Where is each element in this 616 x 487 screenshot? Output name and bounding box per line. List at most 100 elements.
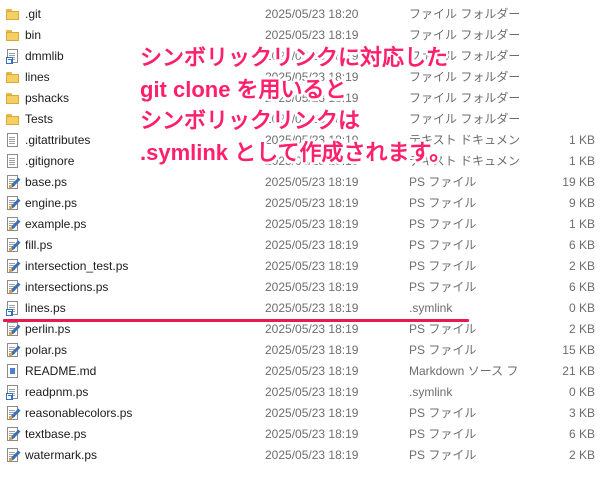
file-row[interactable]: engine.ps 2025/05/23 18:19 PS ファイル 9 KB [0, 193, 616, 214]
ps-file-icon [5, 448, 21, 463]
annotation-line: シンボリックリンクに対応した [140, 45, 449, 70]
file-date: 2025/05/23 18:20 [265, 7, 359, 21]
file-name: pshacks [25, 91, 70, 105]
annotation-line: git clone を用いると [140, 76, 347, 102]
ps-file-icon [5, 427, 21, 442]
file-size: 2 KB [568, 259, 595, 273]
file-row[interactable]: perlin.ps 2025/05/23 18:19 PS ファイル 2 KB [0, 319, 616, 340]
file-name: README.md [25, 364, 97, 378]
file-size: 2 KB [568, 448, 595, 462]
file-name: dmmlib [25, 49, 64, 63]
file-name: base.ps [25, 175, 68, 189]
text-document-icon [5, 154, 20, 169]
file-size: 0 KB [568, 385, 595, 399]
file-date: 2025/05/23 18:19 [265, 406, 359, 420]
file-size: 1 KB [568, 154, 595, 168]
file-date: 2025/05/23 18:19 [265, 217, 359, 231]
file-row[interactable]: base.ps 2025/05/23 18:19 PS ファイル 19 KB [0, 172, 616, 193]
file-size: 1 KB [568, 133, 595, 147]
file-row[interactable]: .git 2025/05/23 18:20 ファイル フォルダー [0, 4, 616, 25]
file-date: 2025/05/23 18:19 [265, 322, 359, 336]
file-name: textbase.ps [25, 427, 87, 441]
file-size: 21 KB [562, 364, 595, 378]
file-row[interactable]: example.ps 2025/05/23 18:19 PS ファイル 1 KB [0, 214, 616, 235]
file-date: 2025/05/23 18:19 [265, 196, 359, 210]
file-size: 19 KB [562, 175, 595, 189]
file-date: 2025/05/23 18:19 [265, 385, 359, 399]
file-type: PS ファイル [409, 322, 477, 336]
file-type: PS ファイル [409, 280, 477, 294]
annotation-overlay: シンボリックリンクに対応した git clone を用いると シンボリックリンク… [140, 42, 540, 168]
file-name: .gitattributes [25, 133, 91, 147]
file-type: PS ファイル [409, 175, 477, 189]
file-type: .symlink [409, 385, 453, 399]
file-size: 6 KB [568, 280, 595, 294]
folder-icon [5, 70, 20, 85]
file-type: PS ファイル [409, 406, 477, 420]
symlink-file-icon [5, 301, 20, 316]
ps-file-icon [5, 322, 21, 337]
ps-file-icon [5, 217, 21, 232]
file-row[interactable]: README.md 2025/05/23 18:19 Markdown ソース フ.… [0, 361, 616, 382]
file-name: intersection_test.ps [25, 259, 129, 273]
file-name: watermark.ps [25, 448, 98, 462]
file-name: example.ps [25, 217, 87, 231]
file-size: 9 KB [568, 196, 595, 210]
markdown-file-icon [5, 364, 20, 379]
file-size: 15 KB [562, 343, 595, 357]
file-date: 2025/05/23 18:19 [265, 238, 359, 252]
file-row[interactable]: intersection_test.ps 2025/05/23 18:19 PS フ… [0, 256, 616, 277]
file-name: perlin.ps [25, 322, 71, 336]
file-type: PS ファイル [409, 196, 477, 210]
file-row[interactable]: intersections.ps 2025/05/23 18:19 PS ファイル 6… [0, 277, 616, 298]
file-name: polar.ps [25, 343, 68, 357]
file-size: 6 KB [568, 427, 595, 441]
text-document-icon [5, 133, 20, 148]
file-type: PS ファイル [409, 343, 477, 357]
ps-file-icon [5, 175, 21, 190]
file-size: 6 KB [568, 238, 595, 252]
file-size: 2 KB [568, 322, 595, 336]
file-date: 2025/05/23 18:19 [265, 427, 359, 441]
file-date: 2025/05/23 18:19 [265, 301, 359, 315]
file-type: PS ファイル [409, 238, 477, 252]
folder-icon [5, 7, 20, 22]
file-name: lines.ps [25, 301, 66, 315]
ps-file-icon [5, 280, 21, 295]
file-name: .git [25, 7, 42, 21]
file-row[interactable]: fill.ps 2025/05/23 18:19 PS ファイル 6 KB [0, 235, 616, 256]
file-size: 1 KB [568, 217, 595, 231]
file-size: 3 KB [568, 406, 595, 420]
file-name: lines [25, 70, 50, 84]
folder-icon [5, 112, 20, 127]
file-row[interactable]: polar.ps 2025/05/23 18:19 PS ファイル 15 KB [0, 340, 616, 361]
file-name: bin [25, 28, 42, 42]
ps-file-icon [5, 406, 21, 421]
file-row[interactable]: reasonablecolors.ps 2025/05/23 18:19 PS ファ… [0, 403, 616, 424]
ps-file-icon [5, 343, 21, 358]
ps-file-icon [5, 238, 21, 253]
file-type: PS ファイル [409, 259, 477, 273]
file-row[interactable]: watermark.ps 2025/05/23 18:19 PS ファイル 2 KB [0, 445, 616, 466]
file-date: 2025/05/23 18:19 [265, 448, 359, 462]
file-type: ファイル フォルダー [409, 7, 519, 21]
file-name: .gitignore [25, 154, 75, 168]
folder-icon [5, 91, 20, 106]
file-name: readpnm.ps [25, 385, 89, 399]
ps-file-icon [5, 196, 21, 211]
folder-icon [5, 28, 20, 43]
annotation-line: .symlink として作成されます。 [140, 139, 452, 165]
file-date: 2025/05/23 18:19 [265, 175, 359, 189]
annotation-line: シンボリックリンクは [140, 108, 361, 133]
file-row[interactable]: readpnm.ps 2025/05/23 18:19 .symlink 0 KB [0, 382, 616, 403]
file-date: 2025/05/23 18:19 [265, 364, 359, 378]
ps-file-icon [5, 259, 21, 274]
file-name: engine.ps [25, 196, 78, 210]
file-type: PS ファイル [409, 217, 477, 231]
file-name: fill.ps [25, 238, 53, 252]
file-row[interactable]: textbase.ps 2025/05/23 18:19 PS ファイル 6 KB [0, 424, 616, 445]
file-row[interactable]: lines.ps 2025/05/23 18:19 .symlink 0 KB [0, 298, 616, 319]
file-date: 2025/05/23 18:19 [265, 280, 359, 294]
file-type: PS ファイル [409, 427, 477, 441]
symlink-file-icon [5, 49, 20, 64]
